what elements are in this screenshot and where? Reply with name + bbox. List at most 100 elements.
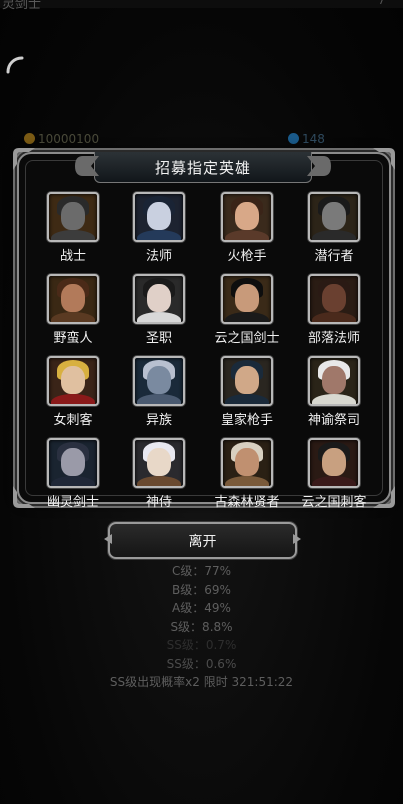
hero-name: 神侍 [145,495,172,510]
hero-shoulders [51,476,95,486]
recruit-hero-panel: 招募指定英雄 战士 法师 火枪手 潜行者 野蛮人 圣职 云之国剑士 部落法师 女刺客 异族 皇家枪手… [13,148,395,510]
hero-shoulders [225,230,269,240]
hero-face [235,202,259,230]
hero-name: 神谕祭司 [307,413,360,428]
grade-rate-list: C级：77% B级：69% A级：49% S级：8.8% SS级：0.7% SS级：0.6… [0,562,403,692]
hero-shoulders [51,230,95,240]
hero-shoulders [51,312,95,322]
hero-shoulders [225,394,269,404]
hero-portrait [47,438,99,488]
hero-card[interactable]: 云之国刺客 [289,438,379,510]
top-strip [0,0,403,8]
gold-amount: 10000100 [38,132,100,146]
hero-name: 火枪手 [227,249,267,264]
hero-card[interactable]: 火枪手 [202,192,292,264]
button-notch-right [293,534,301,544]
hero-card[interactable]: 幽灵剑士 [28,438,118,510]
hero-name: 部落法师 [307,331,360,346]
hero-face [147,366,171,394]
hero-shoulders [137,476,181,486]
hero-face [235,448,259,476]
hero-card[interactable]: 皇家枪手 [202,356,292,428]
hero-face [61,284,85,312]
button-notch-left [104,534,112,544]
hero-portrait [221,438,273,488]
hero-card[interactable]: 法师 [114,192,204,264]
hero-portrait [47,274,99,324]
hero-name: 战士 [59,249,86,264]
back-arrow-icon[interactable] [4,54,26,76]
hero-name: 古森林贤者 [214,495,280,510]
grade-rate-line: B级：69% [172,582,231,597]
hero-portrait [308,192,360,242]
hero-portrait [133,438,185,488]
hero-name: 法师 [145,249,172,264]
hero-card[interactable]: 战士 [28,192,118,264]
grade-rate-line: S级：8.8% [170,619,233,634]
hero-portrait [221,356,273,406]
grade-rate-line: SS级：0.7% [166,638,237,652]
hero-face [235,284,259,312]
hero-shoulders [225,312,269,322]
hero-shoulders [225,476,269,486]
hero-card[interactable]: 潜行者 [289,192,379,264]
hero-shoulders [51,394,95,404]
hero-card[interactable]: 野蛮人 [28,274,118,346]
hero-shoulders [312,230,356,240]
hero-portrait [133,356,185,406]
hero-card[interactable]: 圣职 [114,274,204,346]
grade-rate-line: A级：49% [172,601,231,615]
leave-button[interactable]: 离开 [104,522,301,559]
hero-name: 异族 [145,413,172,428]
hero-face [322,448,346,476]
hero-portrait [133,274,185,324]
top-right-label: 7 [378,0,385,7]
hero-portrait [308,274,360,324]
hero-grid: 战士 法师 火枪手 潜行者野蛮人 圣职 云之国剑士 部落法师女刺客 异族 皇家枪手 神谕祭司幽灵剑… [19,154,389,510]
hero-portrait [133,192,185,242]
hero-shoulders [137,312,181,322]
hero-name: 野蛮人 [53,331,93,346]
hero-name: 皇家枪手 [220,413,273,428]
top-hero-label: 灵剑士 [2,0,42,12]
hero-face [61,366,85,394]
hero-portrait [308,356,360,406]
hero-name: 女刺客 [53,413,93,428]
grade-rate-line: C级：77% [171,564,232,578]
hero-shoulders [312,476,356,486]
hero-shoulders [312,312,356,322]
hero-name: 潜行者 [314,249,354,264]
screen: { "top": { "left_text": "灵剑士", "right_te… [0,0,403,804]
hero-card[interactable]: 云之国剑士 [202,274,292,346]
grade-rate-line: SS级：0.6% [166,656,237,671]
hero-card[interactable]: 神谕祭司 [289,356,379,428]
gold-counter: 10000100 [24,132,99,146]
hero-face [322,202,346,230]
hero-card[interactable]: 古森林贤者 [202,438,292,510]
hero-face [61,448,85,476]
gold-coin-icon [24,133,35,144]
gem-counter: 148 [288,132,325,146]
hero-portrait [308,438,360,488]
hero-shoulders [137,230,181,240]
hero-card[interactable]: 神侍 [114,438,204,510]
hero-card[interactable]: 女刺客 [28,356,118,428]
hero-card[interactable]: 异族 [114,356,204,428]
hero-card[interactable]: 部落法师 [289,274,379,346]
hero-name: 云之国刺客 [301,495,367,510]
leave-button-label: 离开 [188,533,217,550]
hero-face [322,284,346,312]
hero-face [147,202,171,230]
hero-face [322,366,346,394]
hero-name: 云之国剑士 [214,331,280,346]
hero-face [235,366,259,394]
hero-face [61,202,85,230]
gem-icon [288,133,299,144]
hero-portrait [47,192,99,242]
grade-rate-line: SS级出现概率x2 限时 321:51:22 [109,675,294,689]
hero-portrait [221,192,273,242]
hero-face [147,284,171,312]
hero-portrait [221,274,273,324]
hero-shoulders [312,394,356,404]
hero-shoulders [137,394,181,404]
